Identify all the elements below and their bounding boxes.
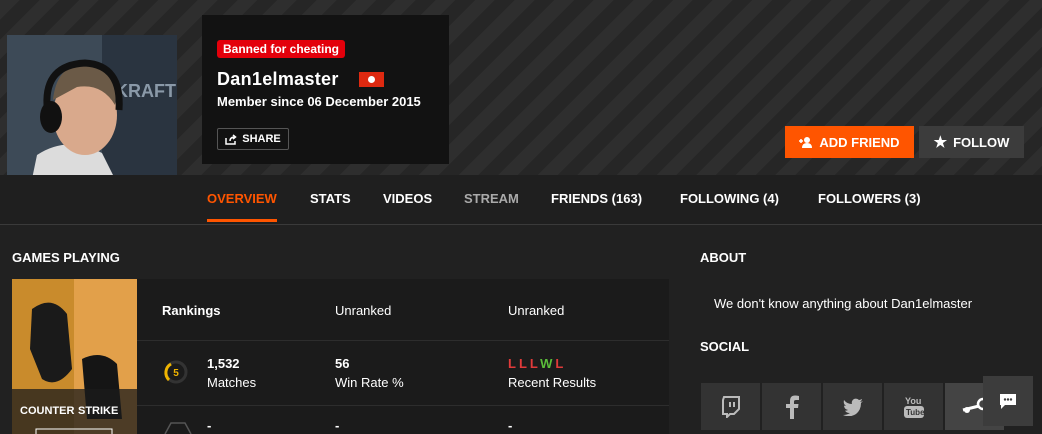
share-icon (225, 133, 237, 145)
facebook-icon (785, 395, 799, 419)
row3-value: - (335, 418, 340, 433)
hong-kong-flag-icon (359, 72, 384, 87)
twitch-link[interactable] (701, 383, 760, 430)
twitch-icon (721, 395, 740, 418)
rankings-label: Rankings (162, 303, 221, 318)
share-button[interactable]: SHARE (217, 128, 289, 150)
result-loss: L (555, 356, 567, 371)
tab-stream[interactable]: STREAM (464, 191, 519, 206)
tab-followers[interactable]: FOLLOWERS (3) (818, 191, 921, 206)
add-friend-button[interactable]: ADD FRIEND (785, 126, 914, 158)
games-heading: GAMES PLAYING (12, 250, 120, 265)
twitter-icon (842, 398, 863, 416)
row3-value: - (508, 418, 513, 433)
skill-level-value: 5 (173, 368, 179, 379)
share-label: SHARE (242, 133, 281, 145)
result-win: W (540, 356, 556, 371)
result-loss: L (508, 356, 519, 371)
tab-friends[interactable]: FRIENDS (163) (551, 191, 642, 206)
result-loss: L (518, 356, 530, 371)
row3-value: - (207, 418, 212, 433)
rank-value: Unranked (335, 303, 392, 318)
result-loss: L (529, 356, 541, 371)
social-heading: SOCIAL (700, 339, 750, 354)
rank-value: Unranked (508, 303, 565, 318)
game-cover[interactable]: COUNTER STRIKE (12, 279, 137, 434)
username: Dan1elmaster (217, 69, 339, 89)
recent-results: LLLWL (508, 356, 566, 371)
recent-results-label: Recent Results (508, 375, 597, 390)
winrate-value: 56 (335, 356, 350, 371)
tab-videos[interactable]: VIDEOS (383, 191, 432, 206)
add-user-icon (799, 137, 813, 148)
ban-badge: Banned for cheating (217, 40, 346, 58)
matches-value: 1,532 (207, 356, 240, 371)
matches-label: Matches (207, 375, 257, 390)
profile-card: Banned for cheating Dan1elmaster Member … (202, 15, 449, 164)
youtube-icon: You Tube (903, 396, 925, 418)
row-divider (137, 405, 669, 406)
row-divider (137, 340, 669, 341)
svg-text:COUNTER: COUNTER (20, 405, 74, 417)
rank-badge-icon (164, 422, 192, 434)
follow-label: FOLLOW (953, 134, 1010, 150)
star-icon: ★ (933, 134, 948, 151)
winrate-label: Win Rate % (335, 375, 404, 390)
svg-text:Tube: Tube (906, 408, 925, 417)
twitter-link[interactable] (823, 383, 882, 430)
svg-text:You: You (905, 396, 921, 406)
svg-text:KRAFT: KRAFT (115, 81, 176, 101)
chat-button[interactable] (983, 376, 1033, 426)
tab-following[interactable]: FOLLOWING (4) (680, 191, 779, 206)
add-friend-label: ADD FRIEND (819, 134, 900, 150)
svg-text:STRIKE: STRIKE (78, 405, 118, 417)
youtube-link[interactable]: You Tube (884, 383, 943, 430)
tab-stats[interactable]: STATS (310, 191, 351, 206)
profile-tabs: OVERVIEW STATS VIDEOS STREAM FRIENDS (16… (0, 175, 1042, 225)
about-heading: ABOUT (700, 250, 747, 265)
facebook-link[interactable] (762, 383, 821, 430)
chat-icon (1000, 393, 1016, 409)
member-since: Member since 06 December 2015 (217, 94, 421, 109)
about-text: We don't know anything about Dan1elmaste… (714, 296, 973, 311)
tab-overview[interactable]: OVERVIEW (207, 191, 277, 222)
follow-button[interactable]: ★ FOLLOW (919, 126, 1024, 158)
skill-level-icon: 5 (164, 360, 188, 384)
